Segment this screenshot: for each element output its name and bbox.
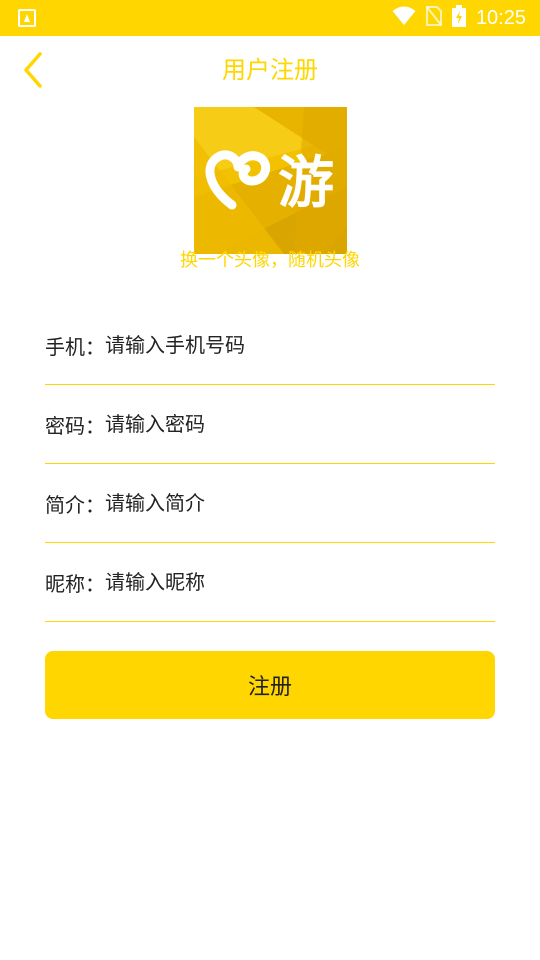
phone-field-row: 手机： xyxy=(45,306,495,385)
register-button[interactable]: 注册 xyxy=(45,651,495,719)
bio-field-row: 简介： xyxy=(45,464,495,543)
password-field-row: 密码： xyxy=(45,385,495,464)
nickname-field-row: 昵称： xyxy=(45,543,495,622)
register-form: 手机： 密码： 简介： 昵称： xyxy=(45,306,495,622)
password-input[interactable] xyxy=(105,412,495,436)
avatar[interactable]: 游 xyxy=(194,107,347,254)
bio-input[interactable] xyxy=(105,491,495,515)
logo-text: 游 xyxy=(278,151,334,216)
nickname-label: 昵称： xyxy=(45,571,105,596)
chevron-left-icon xyxy=(24,52,42,88)
status-icons: 10:25 xyxy=(392,0,526,36)
password-label: 密码： xyxy=(45,413,105,438)
nickname-input[interactable] xyxy=(105,570,495,594)
battery-charging-icon xyxy=(451,5,466,31)
phone-label: 手机： xyxy=(45,334,105,359)
phone-input[interactable] xyxy=(105,333,495,357)
page-title: 用户注册 xyxy=(222,56,318,84)
app-logo-image: 游 xyxy=(194,107,347,254)
back-button[interactable] xyxy=(14,48,54,92)
no-sim-icon xyxy=(425,6,442,30)
status-time: 10:25 xyxy=(475,6,526,29)
wifi-icon xyxy=(392,6,416,30)
app-notification-icon xyxy=(18,9,36,27)
bio-label: 简介： xyxy=(45,492,105,517)
status-bar: 10:25 xyxy=(0,0,540,36)
change-avatar-link[interactable]: 换一个头像，随机头像 xyxy=(0,246,540,272)
app-bar: 用户注册 xyxy=(0,36,540,104)
